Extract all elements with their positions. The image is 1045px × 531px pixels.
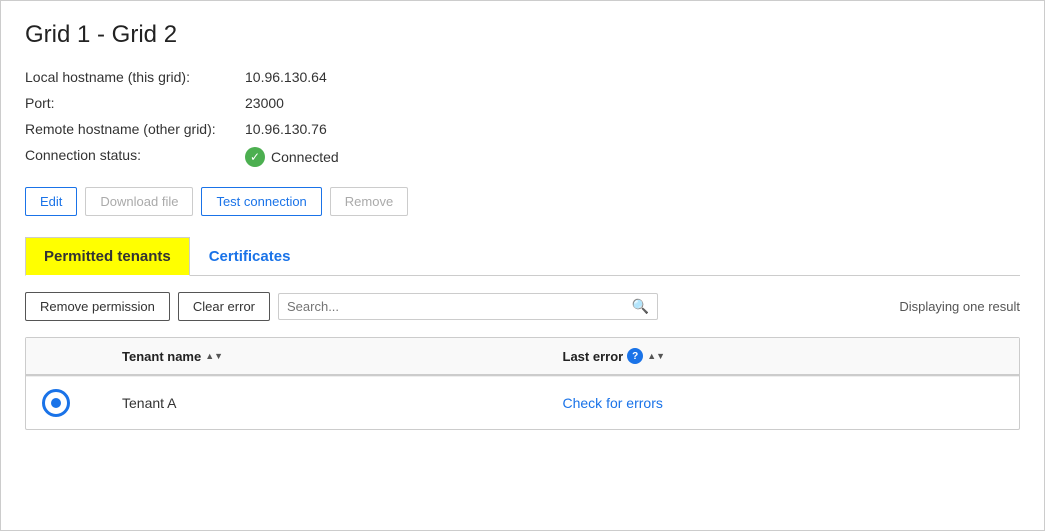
port-label: Port:: [25, 95, 245, 111]
tab-certificates[interactable]: Certificates: [190, 237, 310, 276]
toolbar: Remove permission Clear error 🔍 Displayi…: [25, 292, 1020, 321]
download-file-button[interactable]: Download file: [85, 187, 193, 216]
tab-permitted-tenants[interactable]: Permitted tenants: [25, 237, 190, 276]
col-tenant-name: Tenant name ▲▼: [122, 349, 563, 364]
check-errors-link[interactable]: Check for errors: [563, 395, 663, 411]
table-header: Tenant name ▲▼ Last error ? ▲▼: [26, 338, 1019, 376]
connection-status-label: Connection status:: [25, 147, 245, 167]
remove-permission-button[interactable]: Remove permission: [25, 292, 170, 321]
sort-arrows-tenant[interactable]: ▲▼: [205, 352, 223, 361]
search-box: 🔍: [278, 293, 658, 320]
clear-error-button[interactable]: Clear error: [178, 292, 270, 321]
search-icon: 🔍: [632, 298, 649, 315]
tenant-icon-cell: [42, 389, 122, 417]
page-title: Grid 1 - Grid 2: [25, 21, 1020, 49]
remove-button[interactable]: Remove: [330, 187, 408, 216]
tenant-icon-inner: [51, 398, 61, 408]
display-count: Displaying one result: [899, 299, 1020, 314]
local-hostname-label: Local hostname (this grid):: [25, 69, 245, 85]
col-last-error: Last error ? ▲▼: [563, 348, 1004, 364]
table-container: Tenant name ▲▼ Last error ? ▲▼ Tenant A: [25, 337, 1020, 430]
tabs-container: Permitted tenants Certificates: [25, 236, 1020, 276]
action-buttons: Edit Download file Test connection Remov…: [25, 187, 1020, 216]
table-row: Tenant A Check for errors: [26, 376, 1019, 429]
tenant-name: Tenant A: [122, 395, 563, 411]
sort-arrows-last-error[interactable]: ▲▼: [647, 352, 665, 361]
connected-icon: ✓: [245, 147, 265, 167]
tenant-icon: [42, 389, 70, 417]
tenant-last-error-cell: Check for errors: [563, 395, 1004, 411]
tab-content-permitted-tenants: Remove permission Clear error 🔍 Displayi…: [25, 276, 1020, 446]
last-error-help-icon[interactable]: ?: [627, 348, 643, 364]
remote-hostname-label: Remote hostname (other grid):: [25, 121, 245, 137]
connection-status-row: ✓ Connected: [245, 147, 1020, 167]
test-connection-button[interactable]: Test connection: [201, 187, 321, 216]
search-input[interactable]: [287, 299, 632, 314]
local-hostname-value: 10.96.130.64: [245, 69, 1020, 85]
edit-button[interactable]: Edit: [25, 187, 77, 216]
remote-hostname-value: 10.96.130.76: [245, 121, 1020, 137]
connection-status-value: Connected: [271, 149, 339, 165]
port-value: 23000: [245, 95, 1020, 111]
